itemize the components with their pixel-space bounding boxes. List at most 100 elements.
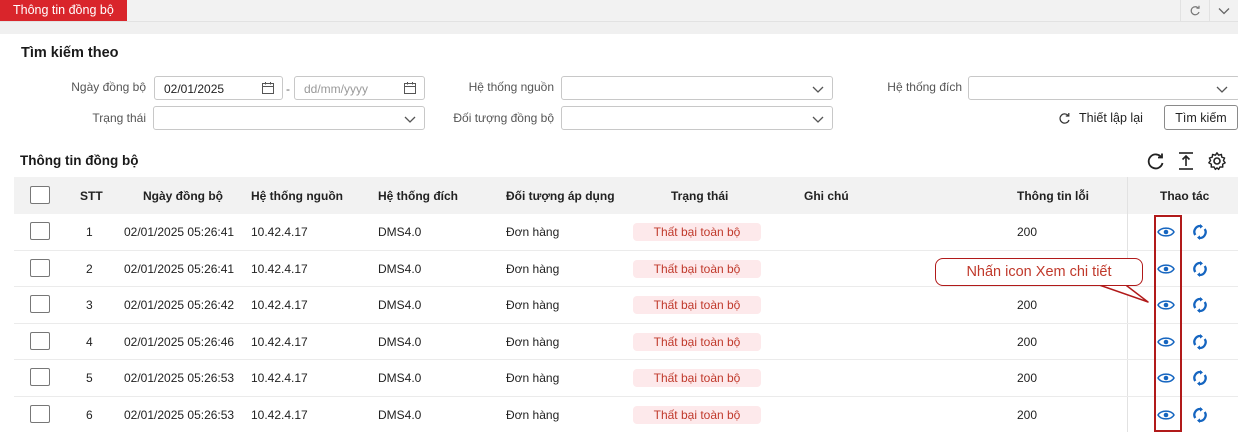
tab-collapse-button[interactable] bbox=[1209, 0, 1238, 22]
table-row: 4 02/01/2025 05:26:46 10.42.4.17 DMS4.0 … bbox=[14, 323, 1238, 361]
cell-source-system: 10.42.4.17 bbox=[251, 371, 308, 386]
cell-object: Đơn hàng bbox=[506, 334, 560, 349]
cell-stt: 4 bbox=[86, 334, 93, 349]
rotate-icon bbox=[1059, 112, 1070, 124]
table-row: 3 02/01/2025 05:26:42 10.42.4.17 DMS4.0 … bbox=[14, 287, 1238, 324]
cell-dest-system: DMS4.0 bbox=[378, 407, 422, 422]
callout-note: Nhấn icon Xem chi tiết bbox=[935, 258, 1143, 286]
settings-button[interactable] bbox=[1206, 150, 1228, 172]
cell-error-info: 200 bbox=[1017, 407, 1038, 422]
cell-dest-system: DMS4.0 bbox=[378, 225, 422, 239]
sync-icon[interactable] bbox=[1192, 224, 1208, 240]
callout-text: Nhấn icon Xem chi tiết bbox=[966, 264, 1112, 280]
action-column-divider bbox=[1127, 360, 1128, 396]
export-button[interactable] bbox=[1175, 150, 1197, 172]
cell-stt: 3 bbox=[86, 298, 93, 313]
cell-source-system: 10.42.4.17 bbox=[251, 225, 308, 239]
reset-label: Thiết lập lại bbox=[1079, 111, 1143, 125]
table-body: 1 02/01/2025 05:26:41 10.42.4.17 DMS4.0 … bbox=[14, 214, 1238, 432]
col-stt: STT bbox=[80, 189, 103, 203]
date-separator: - bbox=[286, 82, 290, 96]
cell-source-system: 10.42.4.17 bbox=[251, 298, 308, 313]
status-select[interactable] bbox=[153, 106, 425, 130]
cell-object: Đơn hàng bbox=[506, 298, 560, 313]
cell-object: Đơn hàng bbox=[506, 261, 560, 276]
date-label: Ngày đồng bộ bbox=[71, 80, 146, 94]
sync-icon[interactable] bbox=[1192, 406, 1208, 423]
cell-source-system: 10.42.4.17 bbox=[251, 407, 308, 422]
date-to-placeholder: dd/mm/yyyy bbox=[304, 82, 369, 96]
cell-object: Đơn hàng bbox=[506, 225, 560, 239]
col-note: Ghi chú bbox=[804, 189, 849, 203]
refresh-button[interactable] bbox=[1145, 150, 1167, 172]
cell-object: Đơn hàng bbox=[506, 407, 560, 422]
search-button[interactable]: Tìm kiếm bbox=[1164, 105, 1238, 130]
date-to-input[interactable]: dd/mm/yyyy bbox=[294, 76, 425, 100]
cell-sync-date: 02/01/2025 05:26:46 bbox=[124, 334, 235, 349]
sync-icon[interactable] bbox=[1192, 297, 1208, 314]
reset-button[interactable]: Thiết lập lại bbox=[1052, 106, 1149, 130]
action-column-divider bbox=[1127, 177, 1128, 214]
sync-icon[interactable] bbox=[1192, 260, 1208, 277]
cell-sync-date: 02/01/2025 05:26:41 bbox=[124, 261, 235, 276]
tab-refresh-button[interactable] bbox=[1180, 0, 1209, 22]
cell-sync-date: 02/01/2025 05:26:41 bbox=[124, 225, 235, 239]
sync-icon[interactable] bbox=[1192, 370, 1208, 387]
row-checkbox[interactable] bbox=[30, 404, 50, 423]
table-header: STT Ngày đồng bộ Hệ thống nguồn Hệ thống… bbox=[14, 177, 1238, 214]
sync-object-label: Đối tượng đồng bộ bbox=[453, 111, 554, 125]
chevron-down-icon bbox=[1216, 86, 1228, 93]
col-sync-date: Ngày đồng bộ bbox=[143, 189, 223, 203]
upload-icon bbox=[1179, 152, 1193, 170]
status-badge: Thất bại toàn bộ bbox=[633, 223, 761, 241]
calendar-icon[interactable] bbox=[261, 81, 275, 95]
sync-object-select[interactable] bbox=[561, 106, 833, 130]
status-badge: Thất bại toàn bộ bbox=[633, 405, 761, 424]
chevron-down-icon bbox=[812, 116, 824, 123]
action-highlight-box bbox=[1154, 215, 1182, 432]
table-row: 1 02/01/2025 05:26:41 10.42.4.17 DMS4.0 … bbox=[14, 214, 1238, 251]
tab-sync-info[interactable]: Thông tin đồng bộ bbox=[0, 0, 127, 21]
cell-error-info: 200 bbox=[1017, 298, 1038, 313]
row-checkbox[interactable] bbox=[30, 331, 50, 350]
col-dest-system: Hệ thống đích bbox=[378, 189, 458, 203]
search-title: Tìm kiếm theo bbox=[21, 45, 119, 61]
source-system-select[interactable] bbox=[561, 76, 833, 100]
col-error-info: Thông tin lỗi bbox=[1017, 189, 1089, 203]
cell-source-system: 10.42.4.17 bbox=[251, 334, 308, 349]
search-label: Tìm kiếm bbox=[1175, 110, 1227, 125]
gear-icon bbox=[1208, 152, 1226, 171]
col-status: Trạng thái bbox=[671, 189, 729, 203]
status-label: Trạng thái bbox=[92, 111, 146, 125]
header-divider bbox=[0, 22, 1238, 34]
chevron-down-icon bbox=[1218, 8, 1230, 15]
chevron-down-icon bbox=[404, 116, 416, 123]
row-checkbox[interactable] bbox=[30, 295, 50, 314]
table-row: 6 02/01/2025 05:26:53 10.42.4.17 DMS4.0 … bbox=[14, 396, 1238, 432]
cell-dest-system: DMS4.0 bbox=[378, 371, 422, 386]
calendar-icon[interactable] bbox=[403, 81, 417, 95]
cell-dest-system: DMS4.0 bbox=[378, 261, 422, 276]
chevron-down-icon bbox=[812, 86, 824, 93]
action-column-divider bbox=[1127, 214, 1128, 250]
cell-dest-system: DMS4.0 bbox=[378, 334, 422, 349]
sync-icon[interactable] bbox=[1192, 333, 1208, 350]
cell-sync-date: 02/01/2025 05:26:42 bbox=[124, 298, 235, 313]
dest-system-select[interactable] bbox=[968, 76, 1238, 100]
row-checkbox[interactable] bbox=[30, 368, 50, 387]
select-all-checkbox[interactable] bbox=[30, 186, 50, 204]
cell-stt: 5 bbox=[86, 371, 93, 386]
cell-source-system: 10.42.4.17 bbox=[251, 261, 308, 276]
refresh-icon bbox=[1147, 153, 1164, 170]
row-checkbox[interactable] bbox=[30, 258, 50, 277]
date-from-input[interactable]: 02/01/2025 bbox=[154, 76, 283, 100]
col-object: Đối tượng áp dụng bbox=[506, 189, 615, 203]
cell-stt: 1 bbox=[86, 225, 93, 239]
status-badge: Thất bại toàn bộ bbox=[633, 369, 761, 388]
cell-stt: 2 bbox=[86, 261, 93, 276]
action-column-divider bbox=[1127, 396, 1128, 432]
row-checkbox[interactable] bbox=[30, 222, 50, 240]
cell-error-info: 200 bbox=[1017, 225, 1038, 239]
sync-table: STT Ngày đồng bộ Hệ thống nguồn Hệ thống… bbox=[14, 177, 1238, 432]
cell-error-info: 200 bbox=[1017, 334, 1038, 349]
